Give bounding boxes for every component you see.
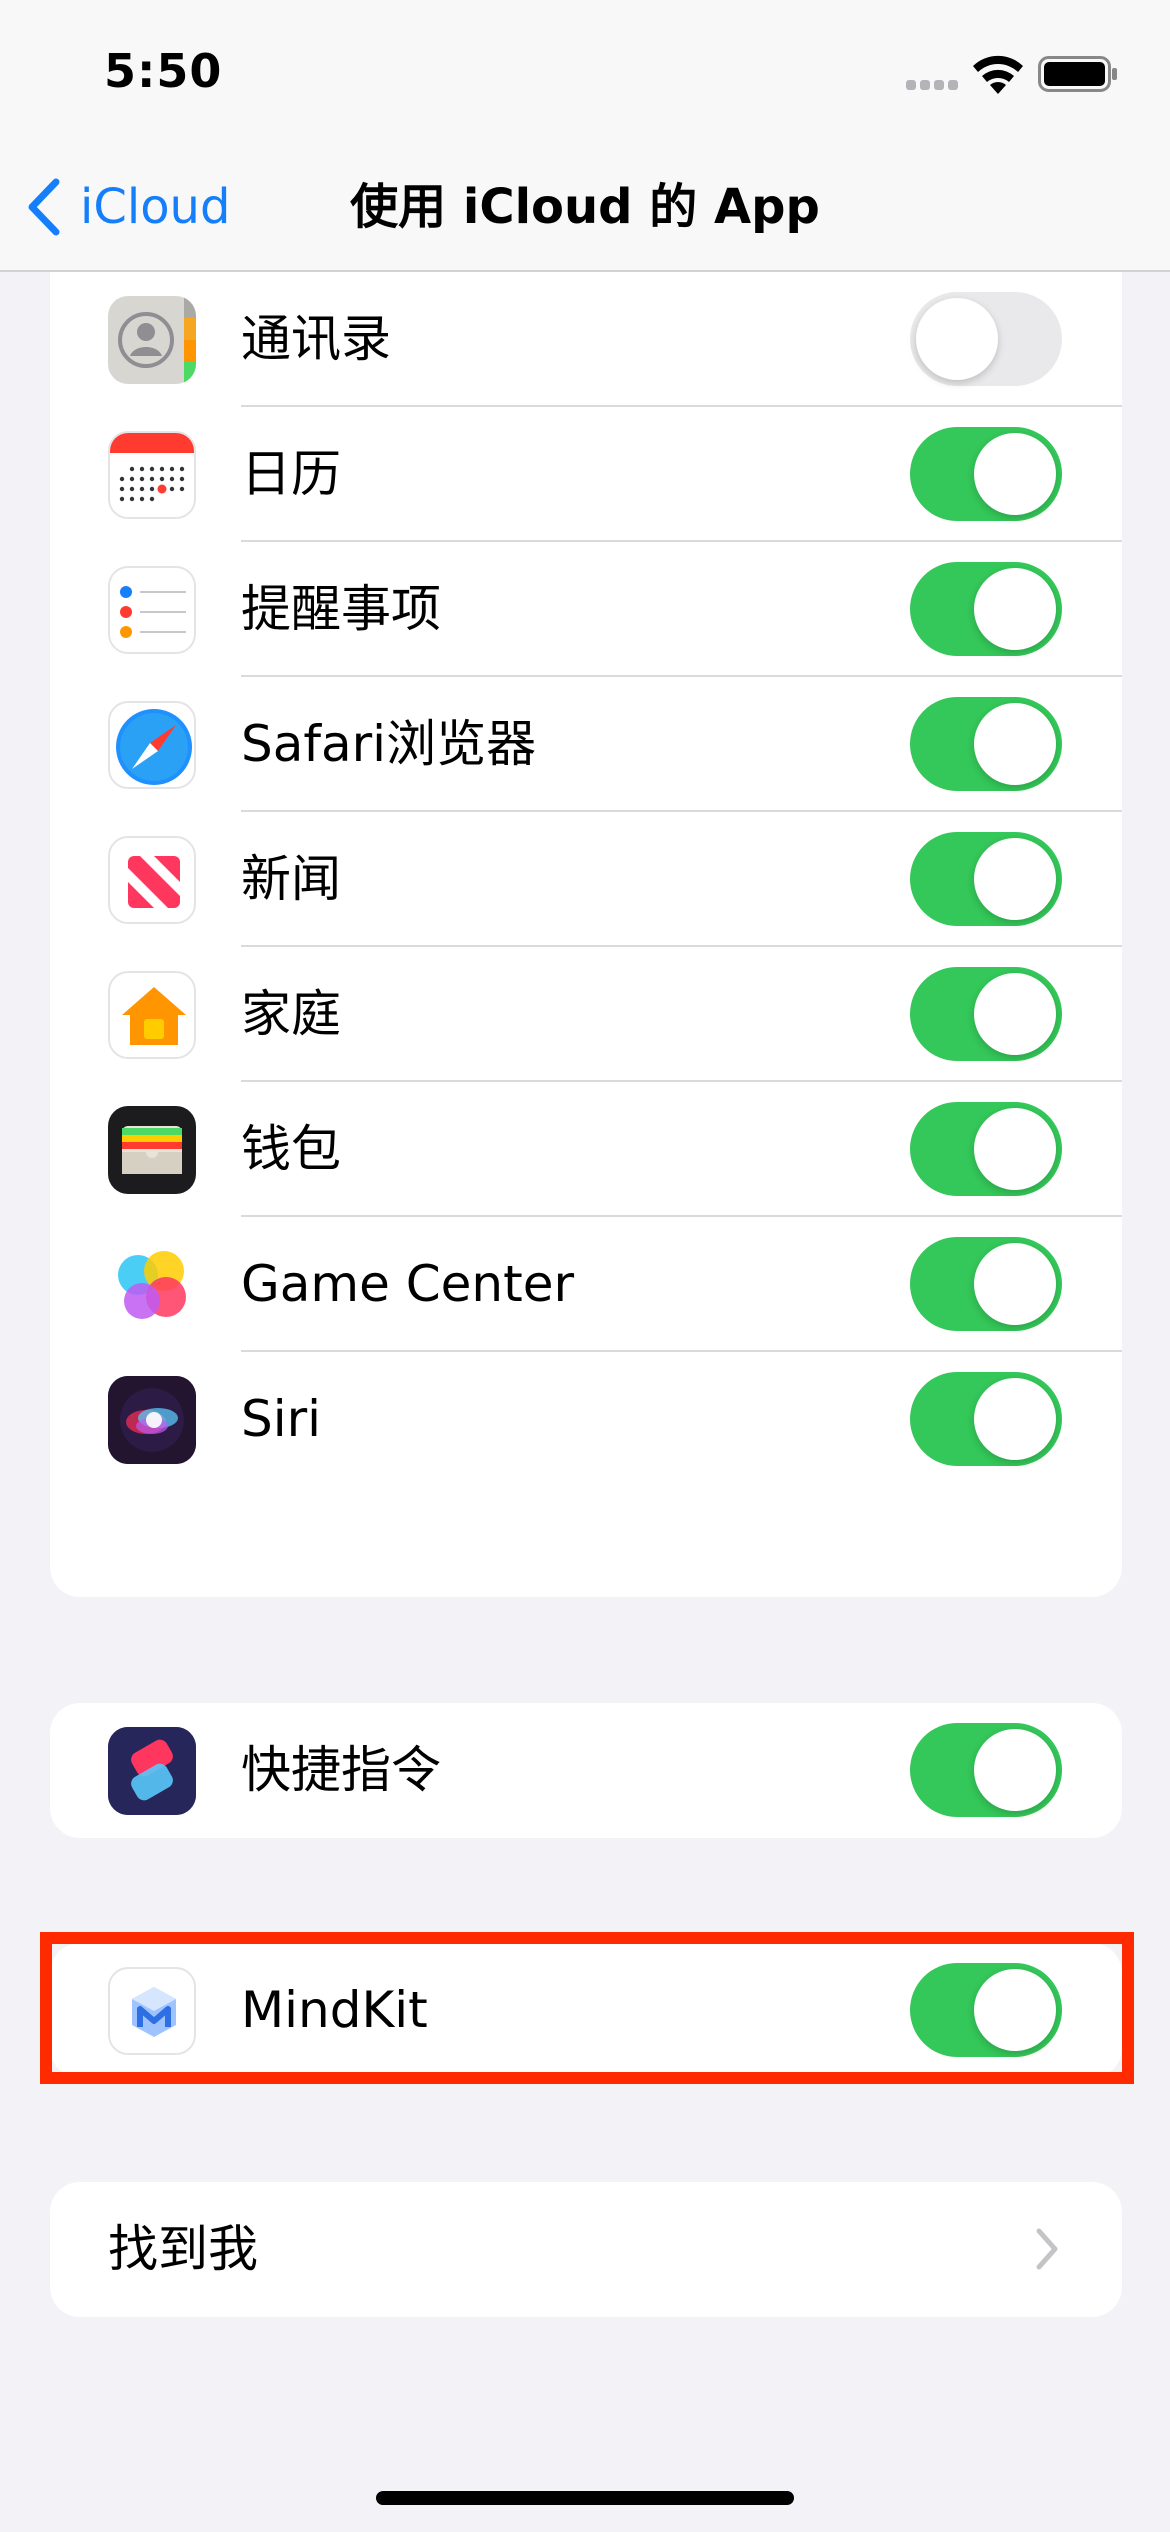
app-row-reminders: 提醒事项 — [50, 542, 1122, 677]
shortcuts-group: 快捷指令 — [50, 1703, 1122, 1838]
shortcuts-toggle[interactable] — [910, 1723, 1062, 1817]
app-label: MindKit — [241, 1981, 428, 2039]
app-label: Game Center — [241, 1255, 575, 1313]
siri-icon — [108, 1376, 196, 1464]
calendar-icon — [108, 431, 196, 519]
game-center-icon — [108, 1241, 196, 1329]
home-indicator[interactable] — [376, 2491, 794, 2505]
mindkit-toggle[interactable] — [910, 1963, 1062, 2057]
contacts-toggle[interactable] — [910, 292, 1062, 386]
app-label: 日历 — [241, 445, 341, 503]
home-toggle[interactable] — [910, 967, 1062, 1061]
wallet-toggle[interactable] — [910, 1102, 1062, 1196]
app-row-news: 新闻 — [50, 812, 1122, 947]
find-my-label: 找到我 — [108, 2220, 258, 2278]
app-label: 通讯录 — [241, 310, 391, 368]
app-label: Safari浏览器 — [241, 715, 537, 773]
mindkit-icon — [108, 1967, 196, 2055]
app-label: 提醒事项 — [241, 580, 441, 638]
siri-toggle[interactable] — [910, 1372, 1062, 1466]
home-app-icon — [108, 971, 196, 1059]
battery-full-icon — [1038, 56, 1117, 92]
news-toggle[interactable] — [910, 832, 1062, 926]
chevron-right-icon — [1036, 2228, 1058, 2270]
shortcuts-icon — [108, 1727, 196, 1815]
find-my-row[interactable]: 找到我 — [50, 2182, 1122, 2317]
app-row-siri: Siri — [50, 1352, 1122, 1487]
wifi-icon — [973, 55, 1023, 94]
app-row-mindkit: MindKit — [50, 1943, 1122, 2078]
apps-group: 健康 开 通讯录 — [50, 137, 1122, 1597]
wallet-icon — [108, 1106, 196, 1194]
cellular-dots-icon — [906, 80, 958, 90]
status-time: 5:50 — [104, 44, 223, 98]
app-label: 新闻 — [241, 850, 341, 908]
calendar-toggle[interactable] — [910, 427, 1062, 521]
app-row-calendar: 日历 — [50, 407, 1122, 542]
app-label: 家庭 — [241, 985, 341, 1043]
find-my-group: 找到我 — [50, 2182, 1122, 2317]
reminders-toggle[interactable] — [910, 562, 1062, 656]
app-label: Siri — [241, 1390, 322, 1448]
safari-toggle[interactable] — [910, 697, 1062, 791]
game-center-toggle[interactable] — [910, 1237, 1062, 1331]
page-title: 使用 iCloud 的 App — [350, 179, 820, 235]
app-row-contacts: 通讯录 — [50, 272, 1122, 407]
status-bar: 5:50 — [0, 0, 1170, 150]
news-icon — [108, 836, 196, 924]
app-row-wallet: 钱包 — [50, 1082, 1122, 1217]
app-label: 快捷指令 — [241, 1741, 441, 1799]
app-row-game-center: Game Center — [50, 1217, 1122, 1352]
app-row-safari: Safari浏览器 — [50, 677, 1122, 812]
safari-icon — [108, 701, 196, 789]
contacts-icon — [108, 296, 196, 384]
app-label: 钱包 — [241, 1120, 341, 1178]
app-row-shortcuts: 快捷指令 — [50, 1703, 1122, 1838]
reminders-icon — [108, 566, 196, 654]
mindkit-group: MindKit — [50, 1943, 1122, 2078]
app-row-home: 家庭 — [50, 947, 1122, 1082]
